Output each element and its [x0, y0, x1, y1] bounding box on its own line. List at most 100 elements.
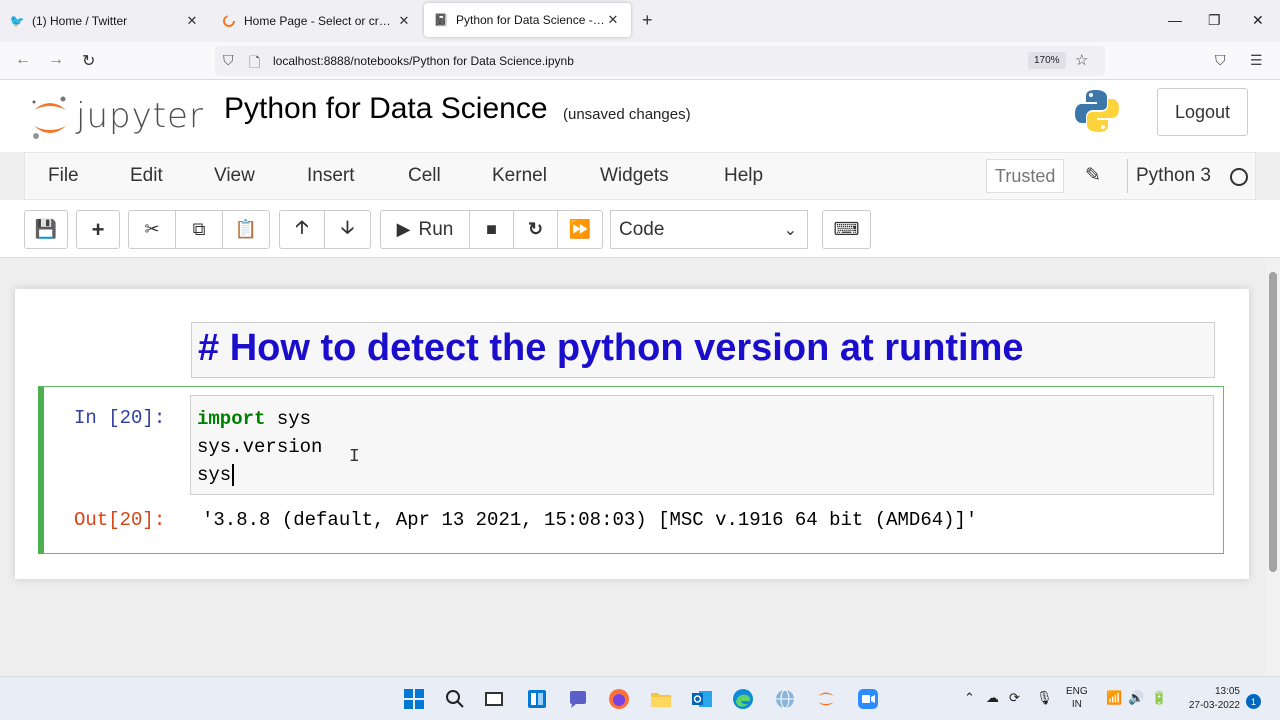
globe-app-icon[interactable] — [773, 687, 797, 711]
code-line-3-text: sys — [197, 464, 232, 487]
copy-icon: ⧉ — [192, 219, 206, 239]
forward-arrow-icon[interactable]: → — [48, 51, 64, 69]
window-close-icon[interactable]: ✕ — [1252, 12, 1264, 29]
floppy-disk-icon: 💾 — [34, 219, 58, 239]
page-info-icon[interactable]: 🗋 — [249, 52, 260, 76]
widgets-icon[interactable] — [525, 687, 549, 711]
scissors-icon: ✂ — [144, 219, 160, 239]
tab-jupyter-home[interactable]: Home Page - Select or create a notebook … — [212, 0, 422, 42]
copy-cells-button[interactable]: ⧉ — [175, 210, 223, 249]
zoom-app-icon[interactable] — [856, 687, 880, 711]
menu-cell[interactable]: Cell — [408, 165, 441, 187]
command-palette-button[interactable]: ⌨ — [822, 210, 871, 249]
close-icon[interactable]: ✕ — [396, 13, 412, 29]
code-line-3: sys — [197, 464, 235, 487]
microphone-icon[interactable]: 🎙 — [1036, 690, 1053, 706]
jupyter-spinner-icon — [222, 14, 236, 28]
url-bar[interactable]: ⛉ 🗋 localhost:8888/notebooks/Python for … — [215, 46, 1105, 76]
trusted-indicator[interactable]: Trusted — [986, 159, 1065, 193]
task-view-icon[interactable] — [482, 687, 506, 711]
search-icon[interactable] — [443, 687, 467, 711]
kernel-name[interactable]: Python 3 — [1127, 159, 1211, 193]
markdown-cell[interactable]: # How to detect the python version at ru… — [191, 322, 1215, 378]
menu-edit[interactable]: Edit — [130, 165, 163, 187]
page-scrollbar-thumb[interactable] — [1269, 272, 1277, 572]
save-button[interactable]: 💾 — [24, 210, 68, 249]
code-line-1-rest: sys — [265, 408, 312, 430]
jupyter-app-icon[interactable] — [814, 687, 838, 711]
cell-type-value: Code — [619, 218, 665, 240]
notebook-title[interactable]: Python for Data Science — [224, 92, 548, 126]
input-language-indicator[interactable]: ENG IN — [1066, 685, 1088, 711]
cell-output-text: '3.8.8 (default, Apr 13 2021, 15:08:03) … — [202, 509, 978, 531]
sync-icon[interactable]: ⟳ — [1009, 690, 1020, 706]
move-cell-up-button[interactable]: 🡡 — [279, 210, 325, 249]
menu-help[interactable]: Help — [724, 165, 763, 187]
run-button[interactable]: ▶ Run — [380, 210, 470, 249]
menu-widgets[interactable]: Widgets — [600, 165, 669, 187]
pencil-icon[interactable]: ✎ — [1085, 164, 1101, 187]
restart-run-all-button[interactable]: ⏩ — [557, 210, 603, 249]
menu-file[interactable]: File — [48, 165, 79, 187]
clipboard-icon: 📋 — [234, 219, 258, 239]
reload-icon[interactable]: ↻ — [82, 51, 95, 71]
minimize-icon[interactable]: — — [1168, 12, 1182, 28]
language-code: ENG — [1066, 686, 1088, 697]
url-text[interactable]: localhost:8888/notebooks/Python for Data… — [273, 54, 574, 68]
file-explorer-icon[interactable] — [649, 687, 673, 711]
code-input-area[interactable]: import sys sys.version sys I — [190, 395, 1214, 495]
kernel-idle-circle-icon — [1230, 168, 1248, 186]
markdown-heading-text: # How to detect the python version at ru… — [198, 327, 1024, 369]
new-tab-plus-icon[interactable]: + — [642, 10, 653, 31]
zoom-level-badge[interactable]: 170% — [1028, 52, 1066, 69]
chevron-up-icon[interactable]: ⌃ — [964, 690, 975, 706]
run-label: Run — [418, 218, 454, 240]
output-prompt: Out[20]: — [74, 509, 166, 531]
logout-button[interactable]: Logout — [1157, 88, 1248, 136]
region-code: IN — [1071, 699, 1082, 710]
jupyter-logo-icon — [32, 96, 66, 139]
hamburger-menu-icon[interactable]: ☰ — [1250, 52, 1263, 69]
notification-badge[interactable]: 1 — [1246, 694, 1261, 709]
jupyter-logo[interactable]: jupyter — [30, 90, 210, 140]
pocket-icon[interactable]: ⛉ — [1215, 52, 1226, 69]
code-cell-selected[interactable]: In [20]: import sys sys.version sys I Ou… — [38, 386, 1224, 554]
speaker-icon[interactable]: 🔊 — [1128, 690, 1144, 706]
menubar: File Edit View Insert Cell Kernel Widget… — [24, 152, 1256, 200]
cell-type-select[interactable]: Code ⌄ — [610, 210, 808, 249]
firefox-icon[interactable] — [607, 687, 631, 711]
menu-kernel[interactable]: Kernel — [492, 165, 547, 187]
browser-nav-bar: ← → ↻ ⛉ 🗋 localhost:8888/notebooks/Pytho… — [0, 42, 1280, 80]
outlook-icon[interactable] — [690, 687, 714, 711]
twitter-bird-icon: 🐦 — [9, 14, 25, 28]
move-cell-down-button[interactable]: 🡣 — [324, 210, 371, 249]
tab-notebook[interactable]: 📓 Python for Data Science - Jupyter Note… — [424, 3, 631, 37]
tab-twitter[interactable]: 🐦 (1) Home / Twitter ✕ — [0, 0, 210, 42]
restore-icon[interactable]: ❐ — [1208, 12, 1221, 29]
menu-view[interactable]: View — [214, 165, 255, 187]
arrow-up-icon: 🡡 — [295, 216, 309, 237]
restart-kernel-button[interactable]: ↻ — [513, 210, 558, 249]
shield-icon[interactable]: ⛉ — [223, 52, 234, 69]
back-arrow-icon[interactable]: ← — [15, 51, 31, 69]
tab-title: Home Page - Select or create a notebook — [244, 14, 396, 28]
system-clock[interactable]: 13:05 27-03-2022 — [1178, 685, 1240, 713]
insert-cell-below-button[interactable]: + — [76, 210, 120, 249]
wifi-icon[interactable]: 📶 — [1106, 690, 1122, 706]
cut-cells-button[interactable]: ✂ — [128, 210, 176, 249]
clock-time: 13:05 — [1214, 686, 1240, 697]
windows-start-icon[interactable] — [402, 687, 426, 711]
close-icon[interactable]: ✕ — [605, 12, 621, 28]
interrupt-kernel-button[interactable]: ■ — [469, 210, 514, 249]
menu-insert[interactable]: Insert — [307, 165, 355, 187]
bookmark-star-icon[interactable]: ☆ — [1075, 51, 1088, 69]
teams-chat-icon[interactable] — [566, 687, 590, 711]
close-icon[interactable]: ✕ — [184, 13, 200, 29]
paste-cells-button[interactable]: 📋 — [222, 210, 270, 249]
battery-icon[interactable]: 🔋 — [1151, 690, 1167, 706]
input-prompt: In [20]: — [74, 407, 166, 429]
cloud-icon[interactable]: ☁ — [986, 690, 999, 706]
edge-icon[interactable] — [731, 687, 755, 711]
save-status: (unsaved changes) — [563, 106, 691, 123]
code-line-1: import sys — [197, 408, 311, 430]
